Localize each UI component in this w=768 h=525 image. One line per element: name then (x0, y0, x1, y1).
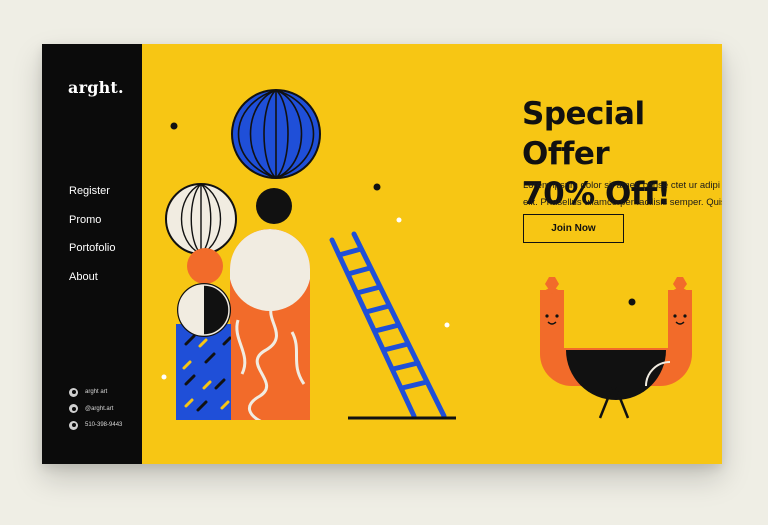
decor-dot (444, 322, 450, 328)
decor-dot (373, 183, 381, 191)
decor-dot (170, 122, 178, 130)
nav-item-promo[interactable]: Promo (69, 213, 115, 242)
facebook-icon (69, 387, 78, 397)
black-ball (256, 188, 292, 224)
body-line-1: Lorem ipsum dolor sit amet, conse ctet u… (523, 180, 722, 191)
social-whatsapp[interactable]: 510-398-9443 (69, 417, 122, 434)
decor-dot (161, 374, 167, 380)
orange-ball (187, 248, 223, 284)
social-instagram-label: @arght.art (85, 405, 114, 412)
landing-page-frame: arght. Register Promo Portofolio About a… (42, 44, 722, 464)
orange-arch (230, 229, 310, 420)
sidebar: arght. Register Promo Portofolio About a… (42, 44, 142, 464)
instagram-icon (69, 404, 78, 414)
nav-item-portofolio[interactable]: Portofolio (69, 241, 115, 270)
decor-dot (396, 217, 402, 223)
sausage-seesaw (540, 277, 692, 419)
decor-dot (628, 298, 636, 306)
brand-logo[interactable]: arght. (68, 78, 124, 97)
social-instagram[interactable]: @arght.art (69, 401, 122, 418)
social-whatsapp-label: 510-398-9443 (85, 422, 123, 429)
sidebar-nav: Register Promo Portofolio About (69, 184, 115, 298)
hero-body-text: Lorem ipsum dolor sit amet, conse ctet u… (523, 177, 722, 211)
nav-item-register[interactable]: Register (69, 184, 115, 213)
nav-item-about[interactable]: About (69, 270, 115, 299)
cream-striped-balloon (165, 183, 237, 255)
ladder (329, 231, 447, 419)
social-facebook[interactable]: arght art (69, 384, 122, 401)
headline-line-1: Special Offer (522, 96, 645, 172)
blue-pattern-block (176, 324, 231, 420)
body-line-2: elit. Phasellus ullamcorper facilisis se… (523, 197, 722, 208)
half-moon-disc (177, 283, 231, 337)
social-links: arght art @arght.art 510-398-9443 (69, 384, 122, 434)
blue-striped-balloon (231, 89, 321, 179)
hero-section: Special Offer 70% Off! Lorem ipsum dolor… (142, 44, 722, 464)
social-facebook-label: arght art (85, 389, 108, 396)
whatsapp-icon (69, 420, 78, 430)
join-now-button[interactable]: Join Now (523, 214, 624, 243)
